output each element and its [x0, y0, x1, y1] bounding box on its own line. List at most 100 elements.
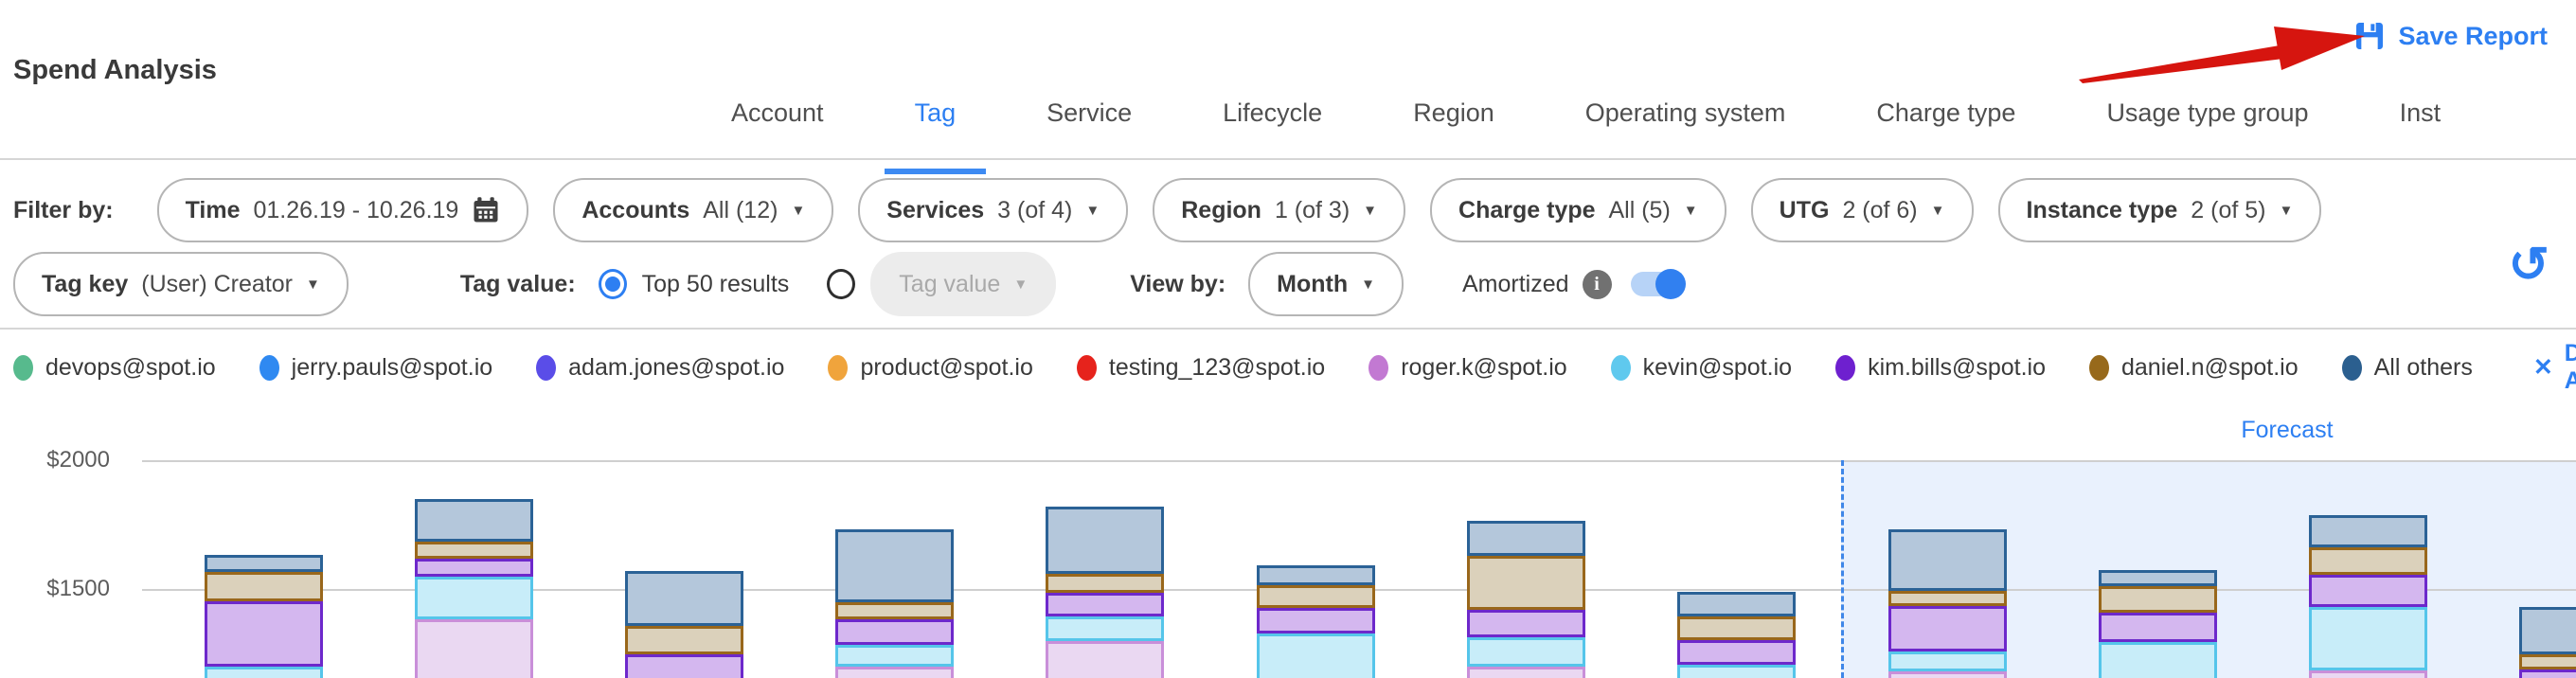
deselect-all-button[interactable]: ✕Deselect All: [2533, 340, 2576, 395]
chart-legend: devops@spot.io jerry.pauls@spot.io adam.jo…: [0, 347, 2576, 388]
top-50-results-label: Top 50 results: [642, 271, 790, 298]
view-by-month-pill[interactable]: Month ▼: [1248, 252, 1404, 316]
bar-4-segment-kim-bills-spot-io[interactable]: [835, 619, 954, 644]
save-report-label: Save Report: [2398, 22, 2548, 51]
bar-1-segment-daniel-n-spot-io[interactable]: [205, 572, 323, 602]
pill-name: UTG: [1780, 197, 1830, 224]
bar-3-segment-daniel-n-spot-io[interactable]: [625, 626, 743, 654]
save-report-button[interactable]: Save Report: [2354, 21, 2548, 51]
spend-analysis-page: Spend Analysis AccountTagServiceLifecycl…: [0, 0, 2576, 678]
bar-6-segment-all-others[interactable]: [1257, 565, 1375, 585]
bar-5-segment-kim-bills-spot-io[interactable]: [1046, 593, 1164, 616]
legend-color-dot: [13, 355, 33, 381]
tab-inst[interactable]: Inst: [2400, 83, 2442, 174]
legend-item-product-spot-io[interactable]: product@spot.io: [828, 354, 1032, 382]
deselect-x-icon: ✕: [2533, 353, 2553, 382]
bar-10-segment-daniel-n-spot-io[interactable]: [2099, 586, 2217, 613]
bar-5-segment-kevin-spot-io[interactable]: [1046, 616, 1164, 641]
filter-pill-time[interactable]: Time01.26.19 - 10.26.19: [157, 178, 529, 242]
legend-item-label: devops@spot.io: [45, 354, 216, 382]
bar-7-segment-roger-k-spot-io[interactable]: [1467, 667, 1585, 678]
tab-tag[interactable]: Tag: [915, 83, 957, 174]
bar-9-segment-roger-k-spot-io[interactable]: [1888, 671, 2007, 678]
legend-item-adam-jones-spot-io[interactable]: adam.jones@spot.io: [536, 354, 784, 382]
filter-pill-accounts[interactable]: AccountsAll (12)▼: [553, 178, 833, 242]
tab-usage-type-group[interactable]: Usage type group: [2106, 83, 2308, 174]
bar-2-segment-roger-k-spot-io[interactable]: [415, 619, 533, 678]
bar-10-segment-kevin-spot-io[interactable]: [2099, 642, 2217, 678]
bar-1-segment-kim-bills-spot-io[interactable]: [205, 601, 323, 667]
bar-11-segment-kim-bills-spot-io[interactable]: [2309, 575, 2427, 607]
filter-pill-region[interactable]: Region1 (of 3)▼: [1153, 178, 1405, 242]
bar-2-segment-kim-bills-spot-io[interactable]: [415, 559, 533, 576]
bar-11-segment-roger-k-spot-io[interactable]: [2309, 670, 2427, 678]
bar-6-segment-kim-bills-spot-io[interactable]: [1257, 608, 1375, 633]
tab-region[interactable]: Region: [1413, 83, 1494, 174]
legend-item-label: product@spot.io: [860, 354, 1032, 382]
bar-6-segment-daniel-n-spot-io[interactable]: [1257, 585, 1375, 607]
bar-4-segment-kevin-spot-io[interactable]: [835, 645, 954, 667]
bar-8-segment-daniel-n-spot-io[interactable]: [1677, 616, 1796, 641]
bar-9-segment-kevin-spot-io[interactable]: [1888, 651, 2007, 671]
bar-9-segment-kim-bills-spot-io[interactable]: [1888, 606, 2007, 651]
bar-7-segment-all-others[interactable]: [1467, 521, 1585, 556]
bar-3-segment-all-others[interactable]: [625, 571, 743, 626]
bar-9-segment-all-others[interactable]: [1888, 529, 2007, 591]
bar-12-segment-all-others[interactable]: [2519, 607, 2576, 654]
bar-5-segment-roger-k-spot-io[interactable]: [1046, 641, 1164, 678]
bar-2-segment-kevin-spot-io[interactable]: [415, 577, 533, 619]
bar-7-segment-kim-bills-spot-io[interactable]: [1467, 610, 1585, 637]
radio-tag-value[interactable]: [827, 269, 855, 299]
legend-item-devops-spot-io[interactable]: devops@spot.io: [13, 354, 216, 382]
legend-item-daniel-n-spot-io[interactable]: daniel.n@spot.io: [2089, 354, 2299, 382]
bar-1-segment-all-others[interactable]: [205, 555, 323, 572]
filter-pill-services[interactable]: Services3 (of 4)▼: [858, 178, 1128, 242]
bar-7-segment-kevin-spot-io[interactable]: [1467, 637, 1585, 667]
legend-item-kevin-spot-io[interactable]: kevin@spot.io: [1611, 354, 1792, 382]
tag-key-pill[interactable]: Tag key (User) Creator ▼: [13, 252, 349, 316]
bar-10-segment-all-others[interactable]: [2099, 570, 2217, 586]
legend-item-roger-k-spot-io[interactable]: roger.k@spot.io: [1368, 354, 1566, 382]
filter-pill-utg[interactable]: UTG2 (of 6)▼: [1751, 178, 1974, 242]
info-icon[interactable]: i: [1583, 270, 1612, 299]
radio-top-50-results[interactable]: [599, 269, 627, 299]
bar-3-segment-kim-bills-spot-io[interactable]: [625, 654, 743, 678]
legend-item-all-others[interactable]: All others: [2342, 354, 2473, 382]
bar-6-segment-kevin-spot-io[interactable]: [1257, 633, 1375, 678]
bar-1-segment-kevin-spot-io[interactable]: [205, 667, 323, 678]
bar-11-segment-all-others[interactable]: [2309, 515, 2427, 547]
legend-item-jerry-pauls-spot-io[interactable]: jerry.pauls@spot.io: [259, 354, 493, 382]
forecast-label: Forecast: [2207, 417, 2368, 444]
reset-filters-icon[interactable]: ↺: [2508, 241, 2549, 290]
bar-5-segment-daniel-n-spot-io[interactable]: [1046, 574, 1164, 593]
tab-charge-type[interactable]: Charge type: [1876, 83, 2015, 174]
bar-4-segment-daniel-n-spot-io[interactable]: [835, 602, 954, 619]
bar-4-segment-roger-k-spot-io[interactable]: [835, 667, 954, 678]
bar-2-segment-all-others[interactable]: [415, 499, 533, 543]
bar-12-segment-daniel-n-spot-io[interactable]: [2519, 654, 2576, 669]
tab-account[interactable]: Account: [731, 83, 824, 174]
filter-pill-instance-type[interactable]: Instance type2 (of 5)▼: [1998, 178, 2322, 242]
bar-11-segment-daniel-n-spot-io[interactable]: [2309, 547, 2427, 575]
filter-pill-charge-type[interactable]: Charge typeAll (5)▼: [1430, 178, 1726, 242]
chevron-down-icon: ▼: [1684, 204, 1698, 218]
bar-12-segment-kim-bills-spot-io[interactable]: [2519, 669, 2576, 678]
bar-8-segment-all-others[interactable]: [1677, 592, 1796, 616]
legend-item-kim-bills-spot-io[interactable]: kim.bills@spot.io: [1835, 354, 2046, 382]
amortized-toggle[interactable]: [1631, 272, 1684, 296]
bar-8-segment-kevin-spot-io[interactable]: [1677, 665, 1796, 678]
bar-8-segment-kim-bills-spot-io[interactable]: [1677, 640, 1796, 665]
bar-4-segment-all-others[interactable]: [835, 529, 954, 602]
bar-5-segment-all-others[interactable]: [1046, 507, 1164, 575]
pill-name: Instance type: [2027, 197, 2178, 224]
tab-operating-system[interactable]: Operating system: [1585, 83, 1786, 174]
filter-row-2: Tag key (User) Creator ▼ Tag value: Top …: [0, 252, 2576, 316]
tab-service[interactable]: Service: [1046, 83, 1132, 174]
bar-2-segment-daniel-n-spot-io[interactable]: [415, 542, 533, 559]
bar-10-segment-kim-bills-spot-io[interactable]: [2099, 613, 2217, 643]
legend-item-testing-123-spot-io[interactable]: testing_123@spot.io: [1077, 354, 1325, 382]
bar-9-segment-daniel-n-spot-io[interactable]: [1888, 591, 2007, 607]
tab-lifecycle[interactable]: Lifecycle: [1223, 83, 1322, 174]
bar-7-segment-daniel-n-spot-io[interactable]: [1467, 556, 1585, 610]
bar-11-segment-kevin-spot-io[interactable]: [2309, 607, 2427, 670]
